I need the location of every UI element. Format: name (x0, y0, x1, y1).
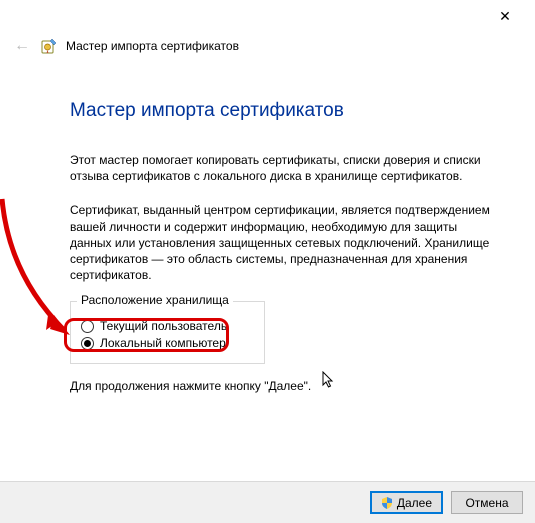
radio-current-user[interactable]: Текущий пользователь (81, 319, 254, 333)
intro-paragraph-2: Сертификат, выданный центром сертификаци… (70, 202, 495, 283)
close-button[interactable]: ✕ (485, 4, 525, 28)
continue-hint: Для продолжения нажмите кнопку "Далее". (70, 378, 495, 394)
content-area: Мастер импорта сертификатов Этот мастер … (70, 100, 495, 413)
radio-icon (81, 320, 94, 333)
cancel-button-label: Отмена (465, 496, 508, 510)
shield-icon (381, 497, 393, 509)
titlebar: ✕ (0, 0, 535, 30)
group-legend: Расположение хранилища (77, 293, 233, 307)
radio-label: Локальный компьютер (100, 336, 226, 350)
store-location-group: Расположение хранилища Текущий пользоват… (70, 301, 265, 364)
next-button[interactable]: Далее (370, 491, 443, 514)
radio-local-computer[interactable]: Локальный компьютер (81, 336, 254, 350)
next-button-label: Далее (397, 496, 432, 510)
footer: Далее Отмена (0, 481, 535, 523)
wizard-icon (40, 37, 58, 55)
page-heading: Мастер импорта сертификатов (70, 100, 495, 122)
back-arrow-icon: ← (12, 36, 32, 56)
header-row: ← Мастер импорта сертификатов (12, 36, 239, 56)
header-title: Мастер импорта сертификатов (66, 39, 239, 53)
cancel-button[interactable]: Отмена (451, 491, 523, 514)
radio-icon (81, 337, 94, 350)
intro-paragraph-1: Этот мастер помогает копировать сертифик… (70, 152, 495, 184)
radio-label: Текущий пользователь (100, 319, 227, 333)
